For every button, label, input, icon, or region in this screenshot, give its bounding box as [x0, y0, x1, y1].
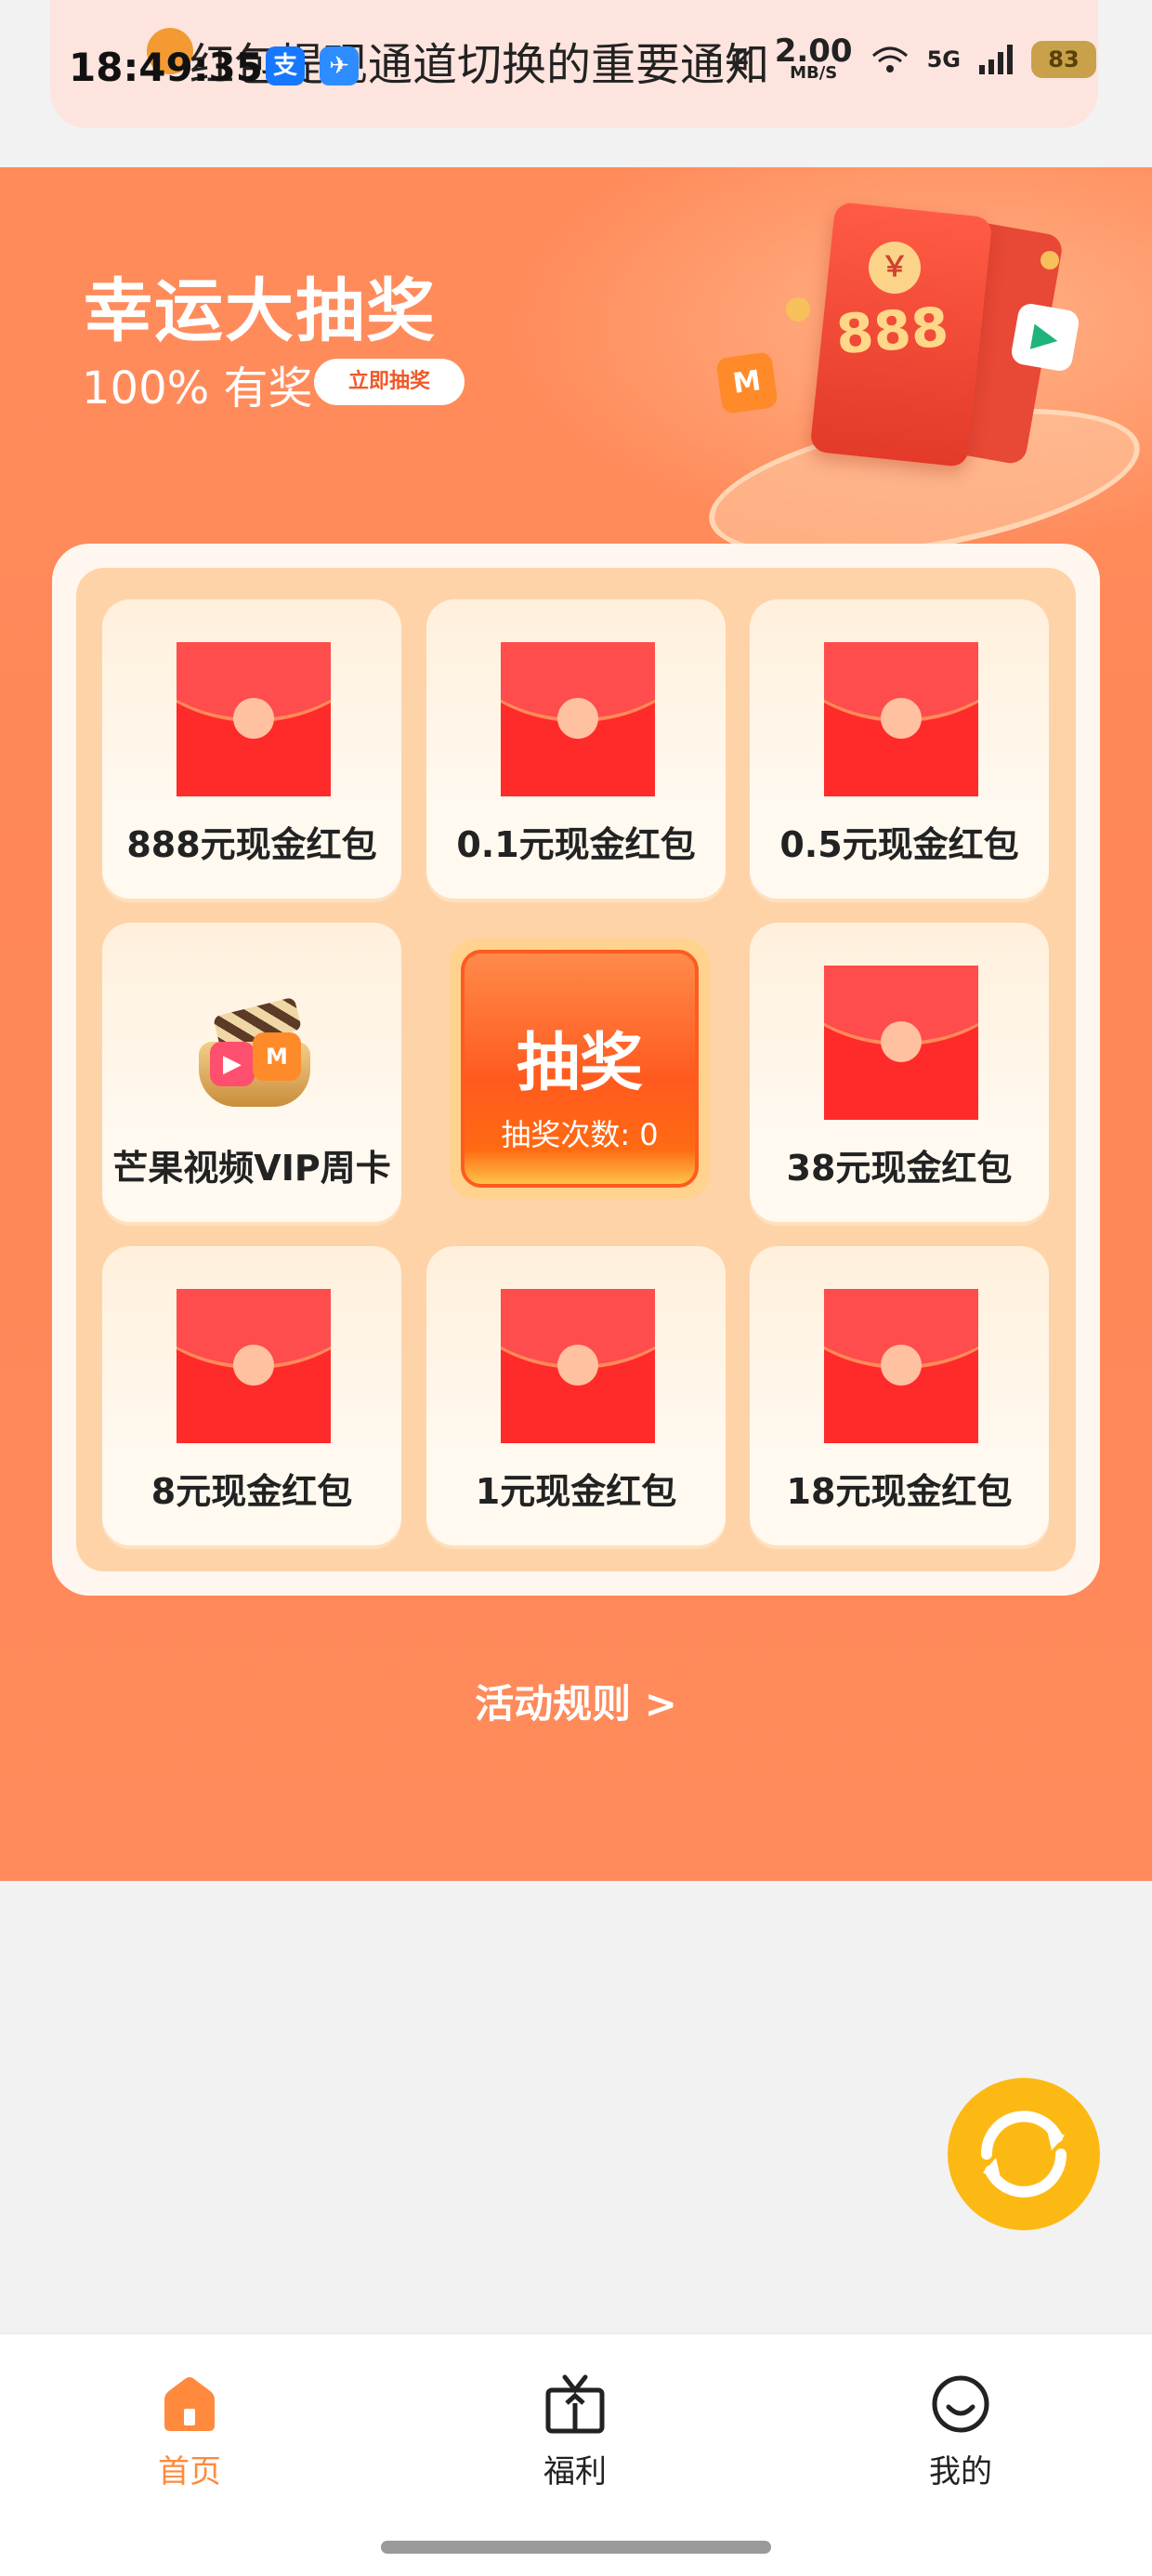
mute-icon: [728, 46, 753, 72]
alipay-icon: 支: [266, 46, 305, 85]
home-indicator[interactable]: [381, 2541, 771, 2554]
red-envelope-icon: [501, 1289, 655, 1443]
prize-label: 38元现金红包: [786, 1148, 1013, 1189]
prize-cell: ▶ M 芒果视频VIP周卡: [102, 923, 401, 1222]
red-envelope-icon: [824, 1289, 978, 1443]
draw-count: 抽奖次数: 0: [501, 1117, 659, 1152]
network-speed: 2.00 MB/S: [774, 33, 853, 83]
tv-gift-icon: [545, 2374, 605, 2434]
red-envelope-icon: [824, 966, 978, 1120]
nav-welfare[interactable]: 福利: [482, 2372, 668, 2491]
red-envelope-icon: [824, 642, 978, 796]
draw-button-label: 抽奖: [516, 1027, 643, 1100]
page-title: 幸运大抽奖: [84, 271, 437, 351]
refresh-button[interactable]: [948, 2078, 1100, 2230]
draw-now-button[interactable]: 立即抽奖: [314, 359, 465, 405]
prize-label: 芒果视频VIP周卡: [112, 1148, 391, 1189]
battery-indicator: 83: [1031, 41, 1096, 78]
envelope-seal-icon: ￥: [869, 242, 921, 294]
wifi-icon: [871, 46, 908, 72]
prize-cell: 888元现金红包: [102, 599, 401, 899]
status-bar: 红包提现通道切换的重要通知 18:49:35 支 ✈ 2.00 MB/S 5G 8…: [0, 0, 1152, 167]
draw-button[interactable]: 抽奖 抽奖次数: 0: [450, 939, 710, 1199]
prize-cell: 0.5元现金红包: [750, 599, 1049, 899]
nav-label: 我的: [929, 2453, 992, 2491]
red-envelope-icon: [501, 642, 655, 796]
red-envelope-icon: [177, 1289, 331, 1443]
clock: 18:49:35: [69, 45, 263, 90]
network-type: 5G: [926, 46, 961, 72]
nav-profile[interactable]: 我的: [868, 2372, 1054, 2491]
status-indicators: 2.00 MB/S 5G 83: [725, 33, 1096, 83]
prize-label: 18元现金红包: [786, 1471, 1013, 1512]
prize-label: 888元现金红包: [126, 824, 377, 865]
prize-cell: 0.1元现金红包: [426, 599, 726, 899]
hero-subtitle: 100% 有奖: [82, 362, 313, 414]
prize-cell: 1元现金红包: [426, 1246, 726, 1545]
red-envelope-icon: [177, 642, 331, 796]
nav-label: 首页: [158, 2453, 221, 2491]
feishu-icon: ✈: [320, 46, 359, 85]
smile-profile-icon: [932, 2375, 989, 2433]
play-logo-icon: ▶: [1009, 301, 1081, 374]
activity-rules-link[interactable]: 活动规则 >: [0, 1673, 1152, 1729]
prize-label: 0.5元现金红包: [779, 824, 1019, 865]
nav-label: 福利: [543, 2453, 607, 2491]
prize-label: 0.1元现金红包: [456, 824, 696, 865]
prize-label: 1元现金红包: [475, 1471, 677, 1512]
prize-cell: 38元现金红包: [750, 923, 1049, 1222]
refresh-icon: [980, 2110, 1067, 2198]
prize-cell: 8元现金红包: [102, 1246, 401, 1545]
prize-cell: 18元现金红包: [750, 1246, 1049, 1545]
mango-vip-card-icon: ▶ M: [199, 996, 310, 1107]
coin-icon: [786, 297, 810, 322]
bottom-navigation: 首页 福利 我的: [0, 2333, 1152, 2576]
coin-icon: [1041, 251, 1059, 269]
signal-icon: [979, 45, 1013, 74]
nav-home[interactable]: 首页: [97, 2372, 282, 2491]
illustration-amount: 888: [833, 295, 951, 367]
prize-label: 8元现金红包: [151, 1471, 353, 1512]
mango-tv-logo-icon: M: [715, 351, 779, 414]
home-icon: [164, 2377, 215, 2431]
